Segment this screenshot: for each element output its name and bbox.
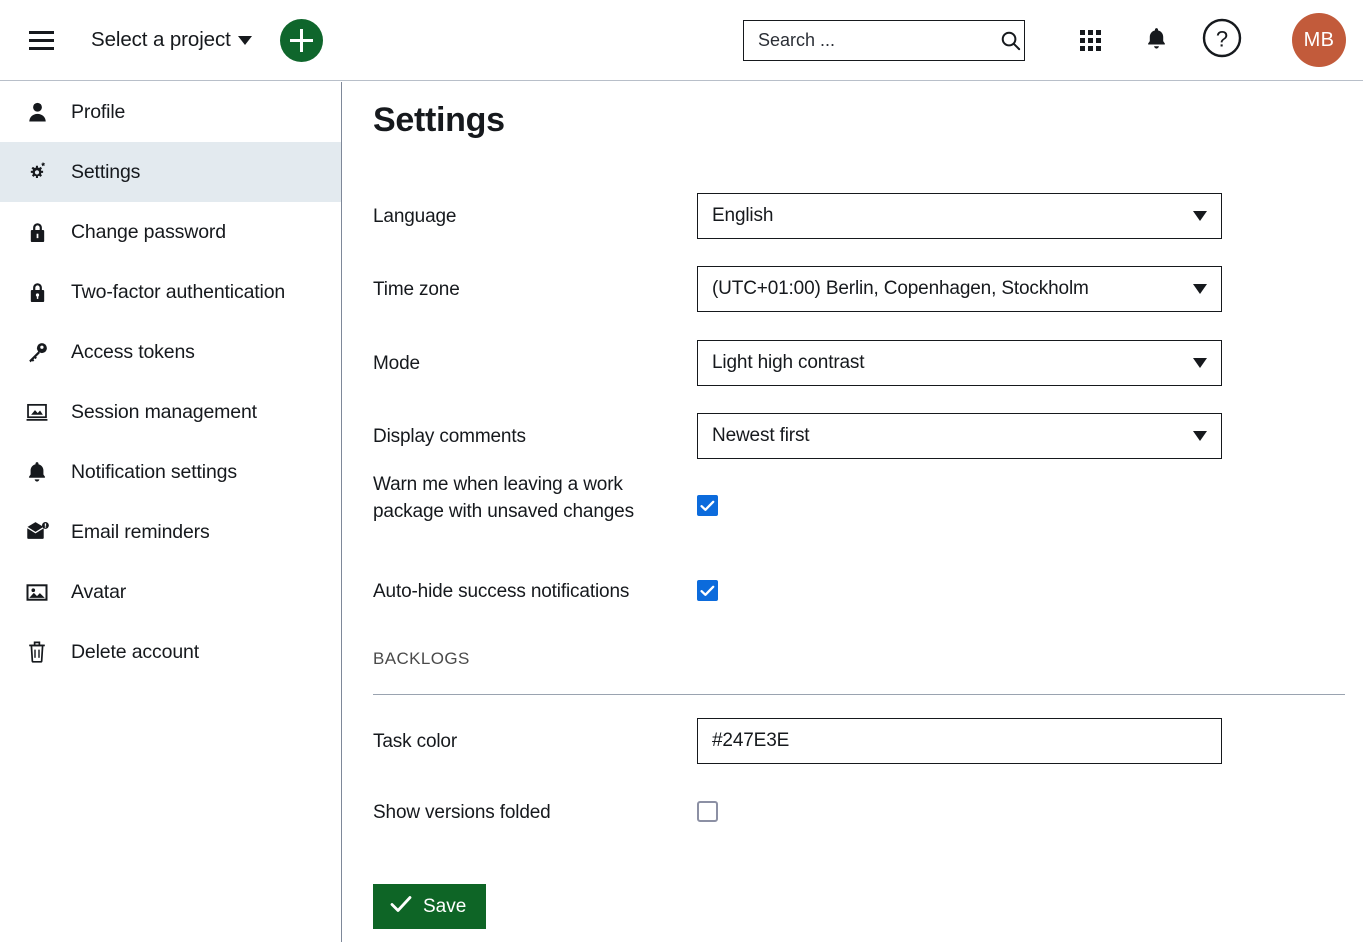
select-language[interactable]: English bbox=[697, 193, 1222, 239]
sidebar-item-profile[interactable]: Profile bbox=[0, 82, 341, 142]
grid-icon bbox=[1080, 30, 1101, 51]
top-header: Select a project bbox=[0, 0, 1363, 81]
field-value: Light high contrast bbox=[712, 352, 1193, 374]
check-icon bbox=[390, 895, 412, 919]
sidebar-item-notification-settings[interactable]: Notification settings bbox=[0, 442, 341, 502]
select-mode[interactable]: Light high contrast bbox=[697, 340, 1222, 386]
field-label: Show versions folded bbox=[373, 799, 551, 826]
bell-icon bbox=[1145, 26, 1168, 56]
sidebar-item-delete-account[interactable]: Delete account bbox=[0, 622, 341, 682]
project-selector[interactable]: Select a project bbox=[91, 28, 252, 52]
sidebar-item-label: Delete account bbox=[71, 641, 199, 664]
field-value: (UTC+01:00) Berlin, Copenhagen, Stockhol… bbox=[712, 278, 1193, 300]
chevron-down-icon bbox=[1193, 284, 1207, 294]
sidebar-item-label: Settings bbox=[71, 161, 140, 184]
search-box[interactable] bbox=[743, 20, 1025, 61]
header-icon-group: ? bbox=[1057, 0, 1255, 81]
field-label: Time zone bbox=[373, 276, 460, 303]
save-button[interactable]: Save bbox=[373, 884, 486, 929]
checkbox-warn-me-when-leaving-a-work-package-with[interactable] bbox=[697, 495, 718, 516]
main-content: Settings Language English Time zone (UTC+01… bbox=[343, 82, 1363, 942]
project-selector-label: Select a project bbox=[91, 28, 231, 52]
field-label: Auto-hide success notifications bbox=[373, 578, 629, 605]
search-input[interactable] bbox=[744, 30, 996, 51]
field-label: Warn me when leaving a work package with… bbox=[373, 471, 673, 525]
notifications-button[interactable] bbox=[1123, 13, 1189, 69]
sidebar-item-change-password[interactable]: Change password bbox=[0, 202, 341, 262]
sidebar-item-label: Change password bbox=[71, 221, 226, 244]
apps-grid-button[interactable] bbox=[1057, 13, 1123, 69]
checkbox-show-versions-folded[interactable] bbox=[697, 801, 718, 822]
sidebar-item-label: Email reminders bbox=[71, 521, 210, 544]
sidebar: Profile Settings Change password Two-factor… bbox=[0, 82, 342, 942]
sidebar-item-label: Two-factor authentication bbox=[71, 281, 285, 304]
page-title: Settings bbox=[373, 101, 505, 140]
help-icon: ? bbox=[1201, 17, 1243, 64]
image-icon bbox=[22, 580, 52, 604]
sidebar-item-access-tokens[interactable]: Access tokens bbox=[0, 322, 341, 382]
chevron-down-icon bbox=[1193, 211, 1207, 221]
sidebar-item-email-reminders[interactable]: Email reminders bbox=[0, 502, 341, 562]
field-label: Mode bbox=[373, 350, 420, 377]
field-label: Language bbox=[373, 203, 456, 230]
add-button[interactable] bbox=[280, 19, 323, 62]
user-icon bbox=[22, 100, 52, 124]
field-value: English bbox=[712, 205, 1193, 227]
select-display-comments[interactable]: Newest first bbox=[697, 413, 1222, 459]
key-icon bbox=[22, 340, 52, 364]
field-value: #247E3E bbox=[712, 730, 1207, 752]
bell-icon bbox=[22, 460, 52, 484]
select-time-zone[interactable]: (UTC+01:00) Berlin, Copenhagen, Stockhol… bbox=[697, 266, 1222, 312]
chevron-down-icon bbox=[238, 36, 252, 45]
gears-icon bbox=[22, 160, 52, 184]
save-button-label: Save bbox=[423, 896, 466, 918]
sidebar-item-label: Access tokens bbox=[71, 341, 195, 364]
sidebar-item-label: Session management bbox=[71, 401, 257, 424]
sidebar-item-two-factor-authentication[interactable]: Two-factor authentication bbox=[0, 262, 341, 322]
search-icon[interactable] bbox=[996, 29, 1024, 52]
field-label: Display comments bbox=[373, 423, 526, 450]
sidebar-item-label: Notification settings bbox=[71, 461, 237, 484]
trash-icon bbox=[22, 640, 52, 664]
help-button[interactable]: ? bbox=[1189, 13, 1255, 69]
text-input-task-color[interactable]: #247E3E bbox=[697, 718, 1222, 764]
checkbox-auto-hide-success-notifications[interactable] bbox=[697, 580, 718, 601]
sidebar-item-label: Profile bbox=[71, 101, 125, 124]
field-label: Task color bbox=[373, 728, 457, 755]
chevron-down-icon bbox=[1193, 431, 1207, 441]
sidebar-item-settings[interactable]: Settings bbox=[0, 142, 341, 202]
sidebar-item-session-management[interactable]: Session management bbox=[0, 382, 341, 442]
hamburger-menu-icon[interactable] bbox=[24, 23, 58, 57]
section-heading-backlogs: BACKLOGS bbox=[373, 649, 470, 669]
avatar[interactable]: MB bbox=[1292, 13, 1346, 67]
chevron-down-icon bbox=[1193, 358, 1207, 368]
sidebar-item-avatar[interactable]: Avatar bbox=[0, 562, 341, 622]
sidebar-item-label: Avatar bbox=[71, 581, 126, 604]
lock-shield-icon bbox=[22, 280, 52, 304]
section-divider bbox=[373, 694, 1345, 695]
session-icon bbox=[22, 400, 52, 424]
svg-text:?: ? bbox=[1216, 27, 1228, 52]
envelope-badge-icon bbox=[22, 520, 52, 544]
field-value: Newest first bbox=[712, 425, 1193, 447]
avatar-initials: MB bbox=[1304, 29, 1335, 52]
lock-icon bbox=[22, 220, 52, 244]
